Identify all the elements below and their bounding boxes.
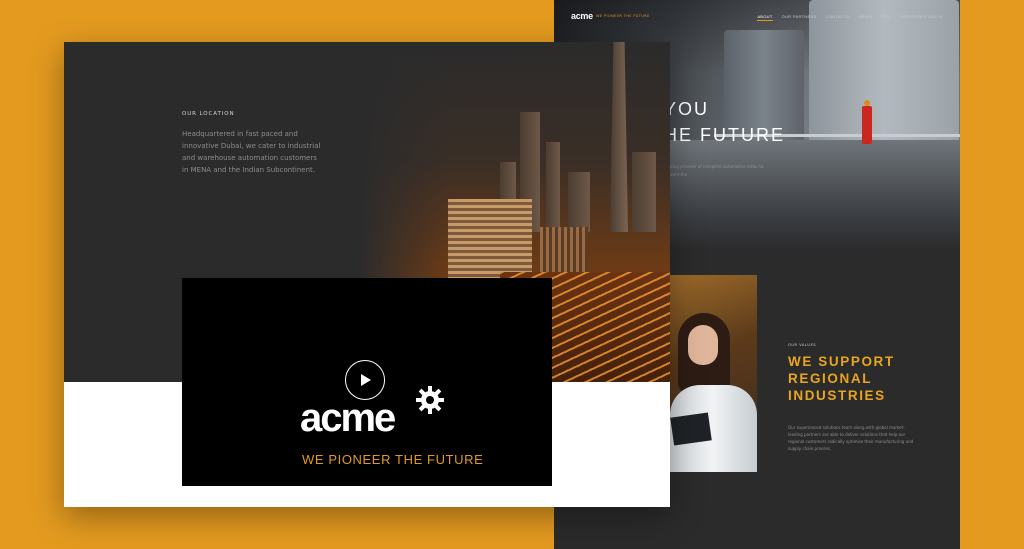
- portrait-photo: [670, 275, 757, 472]
- hero-text: leading provider of complete automation …: [664, 164, 764, 177]
- values-text: Our experienced solutions team along wit…: [788, 425, 914, 451]
- location-text: Headquartered in fast paced and innovati…: [182, 130, 321, 174]
- brand-logo: acme: [300, 386, 450, 448]
- values-eyebrow: OUR VALUES: [788, 343, 817, 347]
- brand-wordmark: acme: [300, 396, 396, 440]
- nav-tagline: WE PIONEER THE FUTURE: [596, 14, 650, 18]
- hero-heading: YOU HE FUTURE: [664, 99, 785, 145]
- nav-link-faq[interactable]: FAQ: [881, 14, 890, 21]
- nav-link-partners[interactable]: OUR PARTNERS: [782, 14, 817, 21]
- values-heading: WE SUPPORT REGIONAL INDUSTRIES: [788, 354, 895, 403]
- brand-tagline: WE PIONEER THE FUTURE: [302, 452, 484, 467]
- gear-icon: [416, 386, 444, 414]
- nav-logo[interactable]: acme: [571, 11, 593, 21]
- nav-link-about[interactable]: ABOUT: [757, 14, 773, 21]
- nav-links: ABOUT OUR PARTNERS CONTACTS NEWS FAQ EMP…: [757, 14, 943, 21]
- video-card[interactable]: acme WE PIONEER THE FUTURE: [182, 278, 552, 486]
- nav-link-contacts[interactable]: CONTACTS: [826, 14, 850, 21]
- location-eyebrow: OUR LOCATION: [182, 111, 235, 117]
- play-icon: [361, 374, 371, 386]
- tower-spire: [610, 42, 628, 232]
- worker-figure: [861, 100, 873, 144]
- nav-link-news[interactable]: NEWS: [859, 14, 872, 21]
- front-page-mockup: OUR LOCATION Headquartered in fast paced…: [64, 42, 670, 507]
- nav-link-employees-login[interactable]: EMPLOYEES LOG IN: [899, 14, 943, 21]
- top-navigation: acme WE PIONEER THE FUTURE ABOUT OUR PAR…: [554, 11, 960, 23]
